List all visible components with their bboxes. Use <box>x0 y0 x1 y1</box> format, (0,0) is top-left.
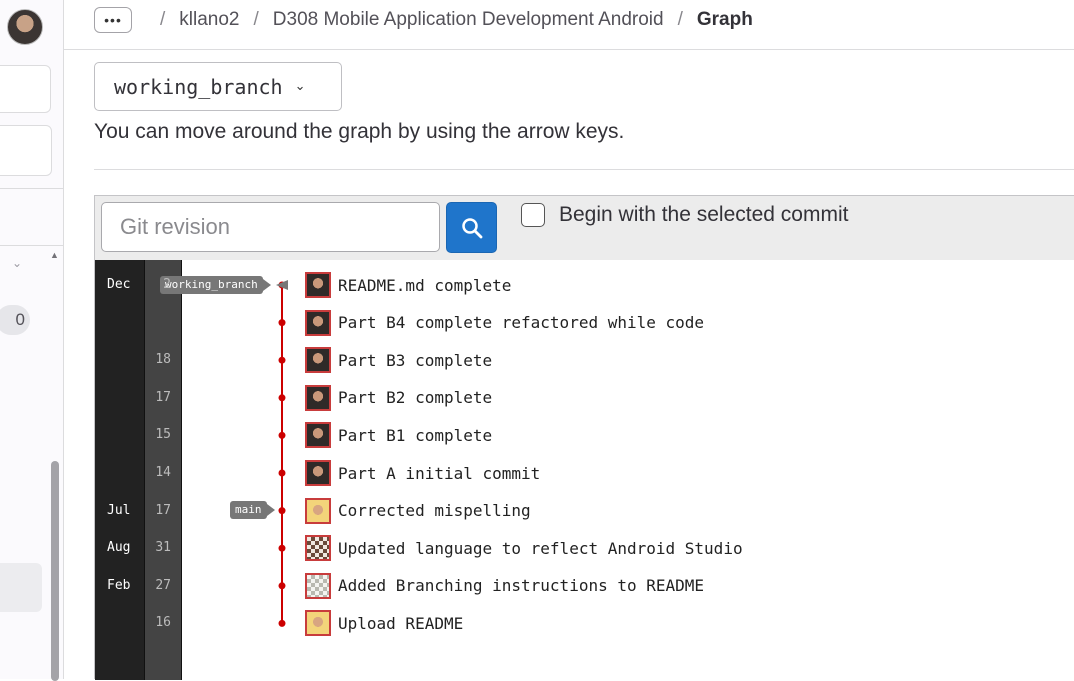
commit-row[interactable]: Part A initial commit <box>305 458 540 488</box>
breadcrumb-more-button[interactable]: ••• <box>94 7 132 33</box>
commit-row[interactable]: Part B1 complete <box>305 420 492 450</box>
sidebar-divider <box>0 245 63 246</box>
sidebar-panel-2[interactable] <box>0 125 52 176</box>
breadcrumb-separator: / <box>677 9 683 30</box>
user-avatar[interactable] <box>7 9 43 45</box>
branch-dropdown[interactable]: working_branch ⌄ <box>94 62 342 111</box>
commit-author-avatar <box>305 422 331 449</box>
commit-message[interactable]: Part B2 complete <box>338 388 492 407</box>
chevron-down-icon: ⌄ <box>294 79 306 94</box>
commit-day: 17 <box>155 502 171 518</box>
commit-dot <box>278 319 286 327</box>
search-button[interactable] <box>446 202 497 253</box>
commit-message[interactable]: Upload README <box>338 614 463 633</box>
commit-message[interactable]: Updated language to reflect Android Stud… <box>338 539 743 558</box>
commit-month: Aug <box>107 540 131 556</box>
sidebar-scrollbar[interactable] <box>51 461 59 681</box>
commit-author-avatar <box>305 497 331 524</box>
commit-author-avatar <box>305 309 331 336</box>
commit-author-avatar <box>305 272 331 298</box>
search-icon <box>461 217 482 238</box>
sidebar-divider <box>0 188 63 189</box>
graph-hint-text: You can move around the graph by using t… <box>94 120 625 143</box>
count-badge: 0 <box>0 305 30 335</box>
commit-day: 18 <box>155 352 171 368</box>
commit-message[interactable]: Corrected mispelling <box>338 501 531 520</box>
breadcrumb-user[interactable]: kllano2 <box>179 9 239 31</box>
commit-month: Feb <box>107 577 131 593</box>
commit-graph[interactable]: working_branch main Dec 2 README.md comple… <box>95 260 1074 680</box>
ref-label-main[interactable]: main <box>230 501 274 519</box>
commit-dot <box>278 431 286 439</box>
commit-row[interactable]: Part B2 complete <box>305 383 492 413</box>
checkbox-label: Begin with the selected commit <box>559 203 849 226</box>
begin-with-selected-commit-checkbox[interactable]: Begin with the selected commit <box>521 203 848 227</box>
commit-day: 14 <box>155 465 171 480</box>
commit-dot <box>278 394 286 402</box>
commit-day: 15 <box>155 427 171 443</box>
breadcrumb-separator: / <box>253 9 259 30</box>
commit-message[interactable]: Part B1 complete <box>338 426 492 445</box>
commit-row[interactable]: Part B4 complete refactored while code <box>305 308 704 338</box>
sidebar-panel-1[interactable] <box>0 65 51 113</box>
commit-message[interactable]: README.md complete <box>338 276 511 295</box>
breadcrumb-separator: / <box>160 9 166 30</box>
commit-author-avatar <box>305 347 331 374</box>
branch-dropdown-value: working_branch <box>114 74 283 99</box>
commit-row[interactable]: Updated language to reflect Android Stud… <box>305 533 743 563</box>
git-revision-input[interactable] <box>101 202 440 252</box>
breadcrumb-project[interactable]: D308 Mobile Application Development Andr… <box>273 9 664 31</box>
commit-message[interactable]: Added Branching instructions to README <box>338 576 704 595</box>
commit-author-avatar <box>305 572 331 599</box>
commit-message[interactable]: Part A initial commit <box>338 464 540 483</box>
breadcrumb: ••• / kllano2 / D308 Mobile Application … <box>94 5 753 35</box>
commit-dot <box>278 619 286 627</box>
commit-day: 31 <box>155 540 171 556</box>
commit-month: Jul <box>107 502 131 518</box>
commit-day: 2 <box>163 277 171 292</box>
commit-author-avatar <box>305 384 331 411</box>
commit-author-avatar <box>305 535 331 562</box>
commit-dot <box>278 469 286 477</box>
commit-author-avatar <box>305 460 331 486</box>
commit-message[interactable]: Part B3 complete <box>338 351 492 370</box>
breadcrumb-current: Graph <box>696 9 753 30</box>
checkbox[interactable] <box>521 203 545 227</box>
commit-day: 16 <box>155 615 171 631</box>
commit-dot <box>278 582 286 590</box>
graph-toolbar: Begin with the selected commit <box>95 196 1074 261</box>
commit-dot <box>278 356 286 364</box>
commit-day: 27 <box>155 577 171 593</box>
commit-row[interactable]: Part B3 complete <box>305 345 492 375</box>
commit-message[interactable]: Part B4 complete refactored while code <box>338 313 704 332</box>
content-divider <box>94 169 1074 170</box>
commit-row[interactable]: Added Branching instructions to README <box>305 571 704 601</box>
commit-row[interactable]: Upload README <box>305 608 463 638</box>
commit-author-avatar <box>305 610 331 637</box>
sidebar-active-item[interactable] <box>0 563 42 612</box>
chevron-down-icon[interactable]: ⌄ <box>12 256 22 270</box>
left-sidebar: ⌄ ▲ 0 <box>0 0 64 681</box>
commit-dot <box>278 507 286 515</box>
commit-dot <box>278 544 286 552</box>
header-divider <box>63 49 1074 50</box>
commit-month: Dec <box>107 277 131 292</box>
commit-row[interactable]: Corrected mispelling <box>305 496 531 526</box>
commit-day: 17 <box>155 389 171 405</box>
network-graph-panel: Begin with the selected commit working_b… <box>94 195 1074 680</box>
scroll-up-arrow-icon[interactable]: ▲ <box>50 250 59 260</box>
commit-row[interactable]: README.md complete <box>305 270 511 300</box>
